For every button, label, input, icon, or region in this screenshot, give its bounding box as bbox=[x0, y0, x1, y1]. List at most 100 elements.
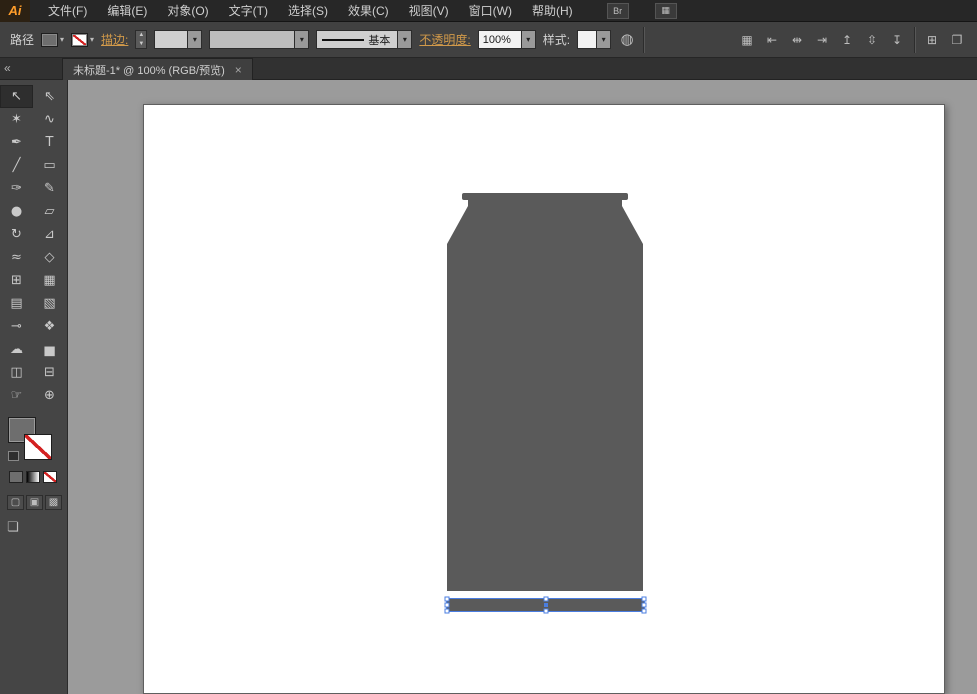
chevron-down-icon[interactable]: ▾ bbox=[187, 31, 202, 48]
collapse-panel-icon[interactable]: « bbox=[4, 61, 11, 75]
align-options-icon[interactable]: ▦ bbox=[737, 31, 757, 49]
menubar-item[interactable]: 视图(V) bbox=[399, 0, 459, 22]
drawing-mode-buttons: ▢ ▣ ▩ bbox=[7, 495, 67, 510]
document-title: 未标题-1* @ 100% (RGB/预览) bbox=[73, 64, 225, 77]
draw-normal-mode-button[interactable]: ▢ bbox=[7, 495, 24, 510]
selection-handle-se[interactable] bbox=[641, 608, 647, 614]
blend-tool[interactable]: ❖ bbox=[33, 315, 66, 338]
stroke-weight-combo[interactable]: ▾ bbox=[154, 30, 203, 49]
width-profile-combo[interactable]: ▾ bbox=[209, 30, 310, 49]
can-rim-shape[interactable] bbox=[462, 193, 628, 200]
style-combo[interactable]: ▾ bbox=[577, 30, 612, 49]
selection-handle-e[interactable] bbox=[641, 602, 647, 608]
align-horizontal-right-icon[interactable]: ⇥ bbox=[812, 31, 832, 49]
menubar-item[interactable]: 编辑(E) bbox=[97, 0, 157, 22]
align-horizontal-left-icon[interactable]: ⇤ bbox=[762, 31, 782, 49]
arrange-documents-icon[interactable]: ▦ bbox=[654, 2, 677, 19]
brush-definition-combo[interactable]: 基本 ▾ bbox=[316, 30, 413, 49]
selection-handle-ne[interactable] bbox=[641, 596, 647, 602]
menubar-item[interactable]: 效果(C) bbox=[338, 0, 399, 22]
selection-handle-sw[interactable] bbox=[444, 608, 450, 614]
pencil-tool[interactable]: ✎ bbox=[33, 177, 66, 200]
illustrator-window: Ai 文件(F) 编辑(E) 对象(O) 文字(T) 选择(S) 效果(C) 视… bbox=[0, 0, 977, 694]
stepper-up-icon[interactable]: ▲ bbox=[136, 31, 147, 40]
default-fill-stroke-icon[interactable] bbox=[8, 451, 19, 461]
line-segment-tool[interactable]: ╱ bbox=[0, 154, 33, 177]
can-shape[interactable] bbox=[447, 193, 643, 591]
gradient-tool[interactable]: ▧ bbox=[33, 292, 66, 315]
fill-color-dropdown[interactable]: ▾ bbox=[41, 32, 64, 47]
transform-panel-icon[interactable]: ⊞ bbox=[922, 31, 942, 49]
symbol-sprayer-tool[interactable]: ☁ bbox=[0, 338, 33, 361]
shape-builder-tool[interactable]: ⊞ bbox=[0, 269, 33, 292]
scale-tool[interactable]: ⊿ bbox=[33, 223, 66, 246]
menubar-item[interactable]: 选择(S) bbox=[278, 0, 338, 22]
close-icon[interactable]: × bbox=[235, 63, 242, 77]
selection-handle-n[interactable] bbox=[543, 596, 548, 602]
direct-selection-tool[interactable]: ⇖ bbox=[33, 85, 66, 108]
draw-behind-mode-button[interactable]: ▣ bbox=[26, 495, 43, 510]
align-vertical-top-icon[interactable]: ↥ bbox=[837, 31, 857, 49]
eraser-tool[interactable]: ▱ bbox=[33, 200, 66, 223]
bridge-icon[interactable]: Br bbox=[606, 2, 629, 19]
draw-inside-mode-button[interactable]: ▩ bbox=[45, 495, 62, 510]
control-bar: 路径 ▾ ▾ 描边: ▲ ▼ ▾ ▾ 基本 ▾ 不透明度: 100% ▾ 样式:… bbox=[0, 22, 977, 58]
none-mode-button[interactable] bbox=[43, 471, 57, 483]
opacity-panel-link[interactable]: 不透明度: bbox=[419, 31, 470, 48]
recolor-artwork-icon[interactable]: ◍ bbox=[618, 31, 636, 49]
artboard-tool[interactable]: ◫ bbox=[0, 361, 33, 384]
chevron-down-icon[interactable]: ▾ bbox=[520, 31, 535, 48]
pen-tool[interactable]: ✒ bbox=[0, 131, 33, 154]
column-graph-tool[interactable]: ▅ bbox=[33, 338, 66, 361]
align-icon-group: ▦ ⇤ ⇹ ⇥ ↥ ⇳ ↧ bbox=[737, 31, 907, 49]
gradient-mode-button[interactable] bbox=[26, 471, 40, 483]
width-tool[interactable]: ≈ bbox=[0, 246, 33, 269]
selection-tool[interactable]: ↖ bbox=[0, 85, 33, 108]
selected-rectangle[interactable] bbox=[444, 596, 647, 614]
can-body-shape[interactable] bbox=[447, 200, 643, 591]
mesh-tool[interactable]: ▤ bbox=[0, 292, 33, 315]
stepper-down-icon[interactable]: ▼ bbox=[136, 39, 147, 48]
center-point[interactable] bbox=[543, 603, 548, 607]
artboard[interactable] bbox=[143, 104, 945, 694]
blob-brush-tool[interactable]: ● bbox=[0, 200, 33, 223]
align-horizontal-center-icon[interactable]: ⇹ bbox=[787, 31, 807, 49]
type-tool[interactable]: T bbox=[33, 131, 66, 154]
eyedropper-tool[interactable]: ⊸ bbox=[0, 315, 33, 338]
selection-handle-w[interactable] bbox=[444, 602, 450, 608]
perspective-grid-tool[interactable]: ▦ bbox=[33, 269, 66, 292]
rectangle-tool[interactable]: ▭ bbox=[33, 154, 66, 177]
stroke-color-indicator[interactable] bbox=[24, 434, 52, 460]
lasso-tool[interactable]: ∿ bbox=[33, 108, 66, 131]
stroke-color-dropdown[interactable]: ▾ bbox=[71, 32, 95, 47]
chevron-down-icon: ▾ bbox=[90, 35, 95, 44]
rotate-tool[interactable]: ↻ bbox=[0, 223, 33, 246]
brush-stroke-preview-icon bbox=[322, 38, 365, 41]
document-tab[interactable]: 未标题-1* @ 100% (RGB/预览) × bbox=[62, 58, 253, 80]
color-mode-button[interactable] bbox=[9, 471, 23, 483]
hand-tool[interactable]: ☞ bbox=[0, 384, 33, 407]
chevron-down-icon[interactable]: ▾ bbox=[596, 31, 611, 48]
selection-handle-s[interactable] bbox=[543, 608, 548, 614]
menubar-item[interactable]: 对象(O) bbox=[157, 0, 218, 22]
opacity-combo[interactable]: 100% ▾ bbox=[477, 30, 536, 49]
fill-stroke-indicator bbox=[8, 417, 58, 463]
align-vertical-bottom-icon[interactable]: ↧ bbox=[887, 31, 907, 49]
chevron-down-icon[interactable]: ▾ bbox=[397, 31, 412, 48]
slice-tool[interactable]: ⊟ bbox=[33, 361, 66, 384]
menubar-item[interactable]: 帮助(H) bbox=[522, 0, 583, 22]
selection-handle-nw[interactable] bbox=[444, 596, 450, 602]
zoom-tool[interactable]: ⊕ bbox=[33, 384, 66, 407]
chevron-down-icon[interactable]: ▾ bbox=[294, 31, 309, 48]
stroke-panel-link[interactable]: 描边: bbox=[101, 31, 128, 48]
menubar-item[interactable]: 窗口(W) bbox=[459, 0, 522, 22]
free-transform-tool[interactable]: ◇ bbox=[33, 246, 66, 269]
menubar-item[interactable]: 文件(F) bbox=[38, 0, 97, 22]
paintbrush-tool[interactable]: ✑ bbox=[0, 177, 33, 200]
arrange-icon[interactable]: ❐ bbox=[947, 31, 967, 49]
screen-mode-button[interactable]: ❏ bbox=[7, 520, 27, 536]
menubar-item[interactable]: 文字(T) bbox=[219, 0, 278, 22]
align-vertical-center-icon[interactable]: ⇳ bbox=[862, 31, 882, 49]
stroke-weight-stepper[interactable]: ▲ ▼ bbox=[135, 30, 148, 49]
magic-wand-tool[interactable]: ✶ bbox=[0, 108, 33, 131]
